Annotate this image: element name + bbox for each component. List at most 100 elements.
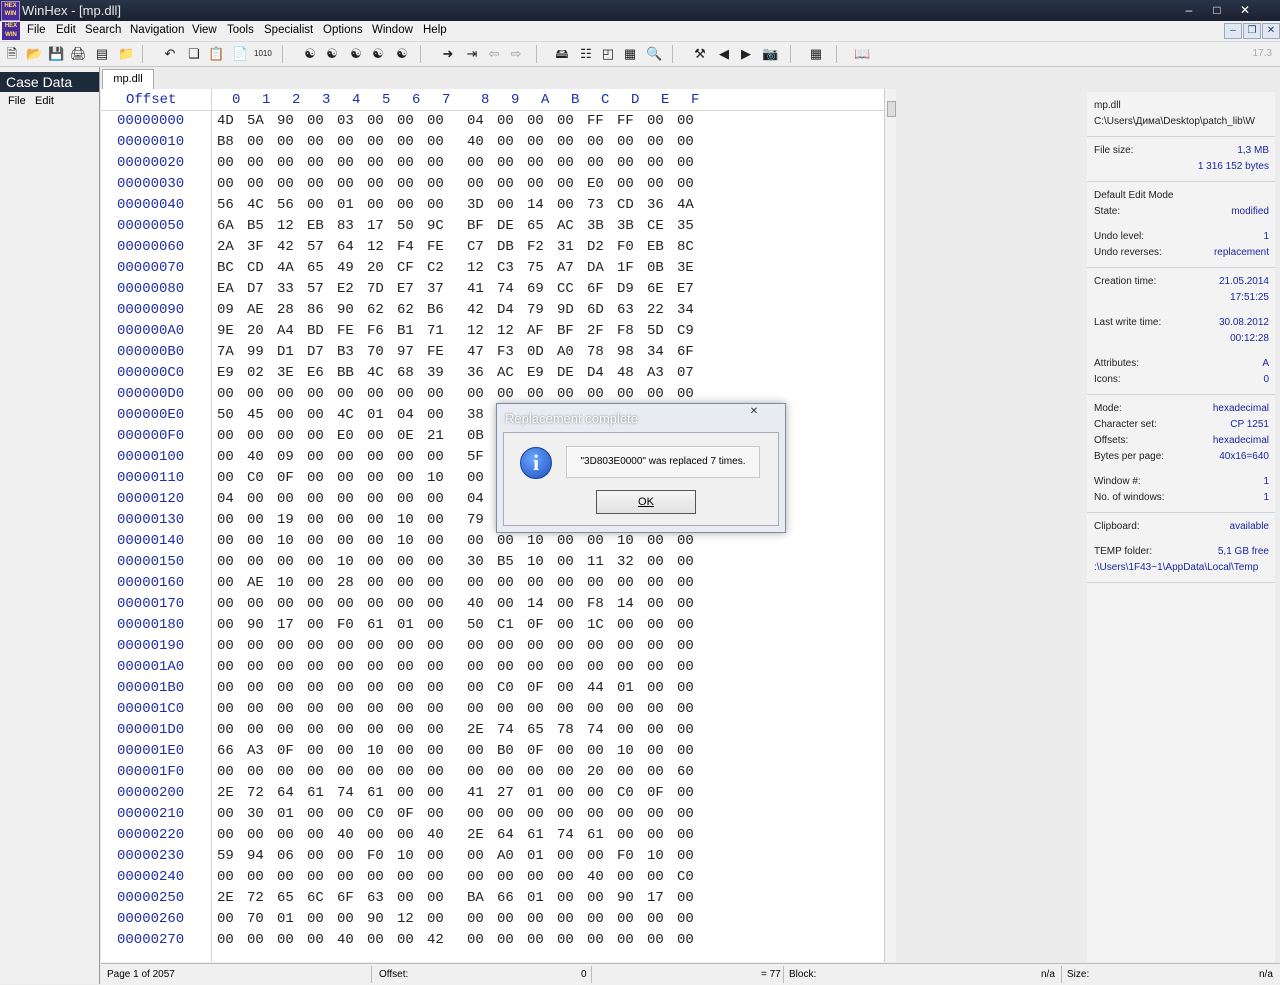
hex-byte[interactable]: 00: [337, 386, 354, 402]
dialog-close-icon[interactable]: ✕: [745, 405, 763, 419]
hex-byte[interactable]: 00: [557, 134, 574, 150]
hex-byte[interactable]: 00: [677, 155, 694, 171]
hex-byte[interactable]: 00: [617, 386, 634, 402]
hex-byte[interactable]: 50: [217, 407, 234, 423]
hex-byte[interactable]: 00: [617, 701, 634, 717]
row-offset[interactable]: 00000170: [117, 596, 184, 612]
hex-row[interactable]: 00000070 BC CD 4A 65 49 20 CF C2 12 C3 75 A7 DA 1F 0B 3E: [101, 258, 884, 279]
binary-icon[interactable]: 1010: [254, 46, 272, 62]
hex-byte[interactable]: 41: [467, 785, 484, 801]
hex-byte[interactable]: 00: [427, 722, 444, 738]
hex-byte[interactable]: 00: [587, 848, 604, 864]
hex-byte[interactable]: 44: [587, 680, 604, 696]
hex-byte[interactable]: 00: [367, 512, 384, 528]
hex-byte[interactable]: 00: [527, 575, 544, 591]
hex-byte[interactable]: 04: [467, 491, 484, 507]
hex-row[interactable]: 00000040 56 4C 56 00 01 00 00 00 3D 00 14 00 73 CD 36 4A: [101, 195, 884, 216]
find-text-icon[interactable]: ☯: [302, 46, 318, 62]
row-offset[interactable]: 00000050: [117, 218, 184, 234]
hex-byte[interactable]: 34: [677, 302, 694, 318]
hex-byte[interactable]: 5F: [467, 449, 484, 465]
hex-byte[interactable]: 00: [367, 596, 384, 612]
hex-byte[interactable]: 00: [557, 911, 574, 927]
hex-byte[interactable]: 00: [527, 806, 544, 822]
hex-byte[interactable]: 74: [587, 722, 604, 738]
hex-byte[interactable]: 42: [277, 239, 294, 255]
hex-byte[interactable]: 31: [557, 239, 574, 255]
hex-byte[interactable]: 00: [367, 386, 384, 402]
hex-byte[interactable]: 59: [217, 848, 234, 864]
hex-byte[interactable]: 27: [497, 785, 514, 801]
hex-byte[interactable]: 6F: [587, 281, 604, 297]
hex-byte[interactable]: 74: [557, 827, 574, 843]
hex-byte[interactable]: C3: [497, 260, 514, 276]
hex-byte[interactable]: 00: [497, 638, 514, 654]
hex-byte[interactable]: 12: [277, 218, 294, 234]
hex-byte[interactable]: AE: [247, 302, 264, 318]
hex-byte[interactable]: 17: [647, 890, 664, 906]
hex-byte[interactable]: 00: [367, 575, 384, 591]
hex-byte[interactable]: 00: [307, 659, 324, 675]
hex-byte[interactable]: 12: [467, 260, 484, 276]
hex-byte[interactable]: E2: [337, 281, 354, 297]
hex-byte[interactable]: 00: [427, 806, 444, 822]
hex-byte[interactable]: 74: [337, 785, 354, 801]
hex-byte[interactable]: 00: [217, 386, 234, 402]
hex-byte[interactable]: 00: [427, 680, 444, 696]
row-offset[interactable]: 00000150: [117, 554, 184, 570]
hex-byte[interactable]: 17: [367, 218, 384, 234]
hex-byte[interactable]: 00: [307, 386, 324, 402]
hex-byte[interactable]: 00: [677, 848, 694, 864]
hex-byte[interactable]: A7: [557, 260, 574, 276]
hex-byte[interactable]: 00: [647, 743, 664, 759]
hex-byte[interactable]: 00: [277, 596, 294, 612]
hex-byte[interactable]: 01: [527, 890, 544, 906]
hex-byte[interactable]: F0: [617, 239, 634, 255]
hex-byte[interactable]: 00: [337, 743, 354, 759]
hex-row[interactable]: 00000000 4D 5A 90 00 03 00 00 00 04 00 00 00 FF FF 00 00: [101, 111, 884, 132]
hex-byte[interactable]: 00: [247, 134, 264, 150]
hex-byte[interactable]: DA: [587, 260, 604, 276]
hex-row[interactable]: 000000A0 9E 20 A4 BD FE F6 B1 71 12 12 AF BF 2F F8 5D C9: [101, 321, 884, 342]
hex-byte[interactable]: 00: [427, 113, 444, 129]
hex-byte[interactable]: 00: [527, 701, 544, 717]
menu-help[interactable]: Help: [423, 24, 447, 36]
hex-byte[interactable]: 00: [647, 113, 664, 129]
hex-byte[interactable]: 00: [217, 806, 234, 822]
ram-icon[interactable]: ☷: [578, 46, 594, 62]
hex-byte[interactable]: 10: [397, 848, 414, 864]
hex-byte[interactable]: 00: [397, 743, 414, 759]
hex-byte[interactable]: 6D: [587, 302, 604, 318]
hex-byte[interactable]: 4A: [277, 260, 294, 276]
hex-byte[interactable]: 00: [247, 491, 264, 507]
hex-byte[interactable]: AE: [247, 575, 264, 591]
hex-byte[interactable]: 5D: [647, 323, 664, 339]
hex-byte[interactable]: 00: [307, 827, 324, 843]
hex-byte[interactable]: 00: [337, 659, 354, 675]
hex-byte[interactable]: EB: [307, 218, 324, 234]
find-hex-icon[interactable]: ☯: [324, 46, 340, 62]
hex-byte[interactable]: 00: [307, 155, 324, 171]
hex-byte[interactable]: 00: [497, 806, 514, 822]
hex-byte[interactable]: 00: [467, 533, 484, 549]
hex-byte[interactable]: 17: [277, 617, 294, 633]
hex-byte[interactable]: 00: [497, 197, 514, 213]
hex-byte[interactable]: 00: [217, 176, 234, 192]
hex-byte[interactable]: 00: [617, 176, 634, 192]
hex-byte[interactable]: D1: [277, 344, 294, 360]
hex-byte[interactable]: 00: [617, 659, 634, 675]
row-offset[interactable]: 00000190: [117, 638, 184, 654]
hex-byte[interactable]: C0: [367, 806, 384, 822]
hex-byte[interactable]: 00: [527, 932, 544, 948]
hex-byte[interactable]: C0: [247, 470, 264, 486]
hex-byte[interactable]: 65: [307, 260, 324, 276]
hex-byte[interactable]: 00: [587, 575, 604, 591]
hex-byte[interactable]: 00: [277, 722, 294, 738]
hex-byte[interactable]: 00: [557, 617, 574, 633]
hex-byte[interactable]: 00: [647, 176, 664, 192]
hex-byte[interactable]: BB: [337, 365, 354, 381]
open-disk-icon[interactable]: 📁: [118, 46, 134, 62]
hex-byte[interactable]: 00: [677, 554, 694, 570]
hex-byte[interactable]: F8: [587, 596, 604, 612]
hex-row[interactable]: 00000050 6A B5 12 EB 83 17 50 9C BF DE 65 AC 3B 3B CE 35: [101, 216, 884, 237]
